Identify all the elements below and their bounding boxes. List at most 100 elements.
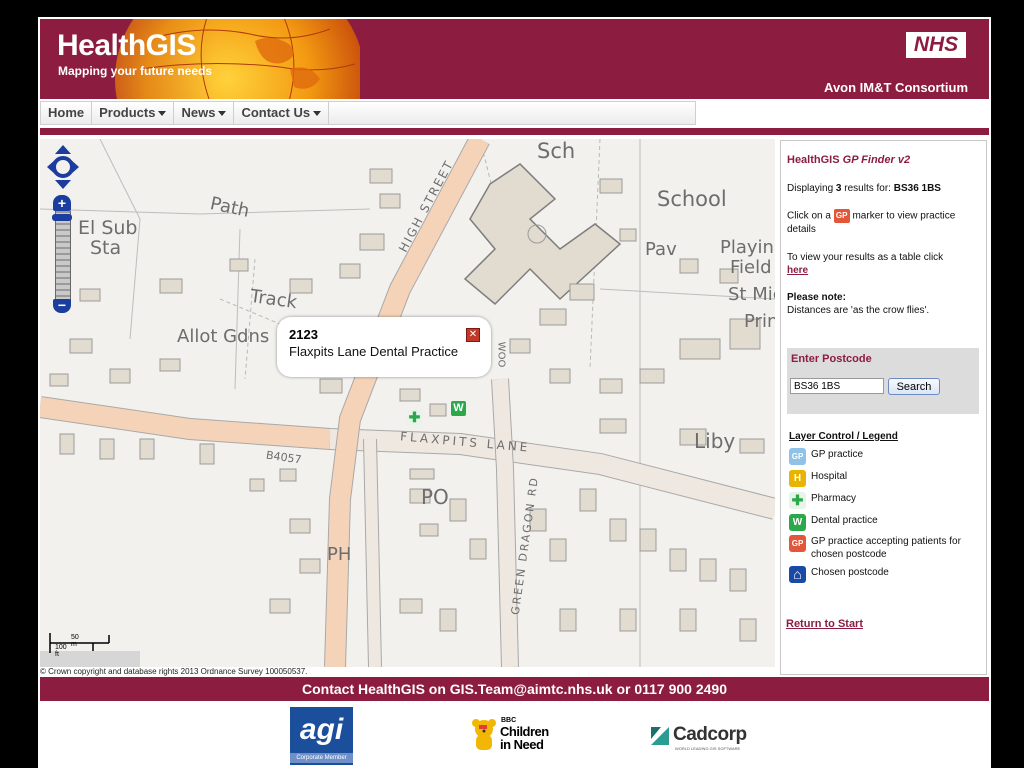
search-button[interactable]: Search xyxy=(888,378,940,395)
zoom-slider-handle[interactable] xyxy=(52,214,72,221)
table-instructions: To view your results as a table click he… xyxy=(787,251,977,277)
contact-bar: Contact HealthGIS on GIS.Team@aimtc.nhs.… xyxy=(40,677,989,701)
legend-label: Pharmacy xyxy=(811,493,857,504)
map-viewport[interactable]: Sch School El Sub Sta Path HIGH STREET P… xyxy=(40,139,775,667)
results-count: 3 xyxy=(835,183,842,194)
map-label-allot: Allot Gdns xyxy=(177,326,270,347)
hospital-icon: H xyxy=(789,470,806,487)
nav-contact-label: Contact Us xyxy=(241,105,311,120)
cadcorp-logo-sub: WORLD LEADING GIS SOFTWARE xyxy=(675,746,741,751)
legend-hospital[interactable]: H Hospital xyxy=(789,470,847,487)
site-header: HealthGIS Mapping your future needs NHS … xyxy=(40,19,989,99)
agi-logo-sub: Corporate Member xyxy=(290,753,353,763)
pharmacy-icon: ✚ xyxy=(789,492,806,509)
results-mid: results for: xyxy=(844,183,891,194)
close-icon[interactable]: ✕ xyxy=(466,328,480,342)
results-prefix: Displaying xyxy=(787,183,834,194)
postcode-title: Enter Postcode xyxy=(791,353,872,365)
legend-label: GP practice xyxy=(811,449,864,460)
panel-title-brand: HealthGIS xyxy=(787,154,840,166)
nav-products-label: Products xyxy=(99,105,156,120)
legend-label: Hospital xyxy=(811,471,848,482)
pan-arrows-icon[interactable] xyxy=(47,145,79,189)
popup-practice-name: Flaxpits Lane Dental Practice xyxy=(289,344,459,359)
nav-products[interactable]: Products xyxy=(92,102,175,124)
map-label-sta: Sta xyxy=(90,237,122,259)
map-label-pav: Pav xyxy=(645,239,677,260)
brand-tagline: Mapping your future needs xyxy=(58,64,213,78)
click-prefix: Click on a xyxy=(787,210,831,222)
chevron-down-icon xyxy=(158,111,167,117)
table-view-link[interactable]: here xyxy=(787,265,808,276)
chevron-down-icon xyxy=(218,111,227,117)
nav-home-label: Home xyxy=(48,105,85,120)
practice-popup: 2123 Flaxpits Lane Dental Practice ✕ xyxy=(277,317,491,377)
map-label-st-mi: St Mic xyxy=(728,284,775,305)
chevron-down-icon xyxy=(313,111,322,117)
panel-title: HealthGIS GP Finder v2 xyxy=(787,154,910,166)
nhs-logo: NHS xyxy=(906,32,966,58)
page: HealthGIS Mapping your future needs NHS … xyxy=(38,17,991,768)
note-text: Distances are 'as the crow flies'. xyxy=(787,305,930,316)
map-label-el-sub: El Sub xyxy=(78,217,138,239)
map-label-school: School xyxy=(657,187,727,211)
zoom-in-button[interactable]: + xyxy=(53,195,71,211)
popup-practice-number: 2123 xyxy=(289,327,318,342)
brand-title: HealthGIS xyxy=(57,29,196,62)
results-postcode: BS36 1BS xyxy=(893,183,941,194)
zoom-out-button[interactable]: − xyxy=(53,298,71,313)
main-nav: Home Products News Contact Us xyxy=(40,101,696,125)
legend-gp-practice[interactable]: GP GP practice xyxy=(789,448,863,465)
map-label-wood: WOO xyxy=(495,341,507,368)
legend-gp-accepting[interactable]: GP GP practice accepting patients for ch… xyxy=(789,535,979,561)
table-text: To view your results as a table click xyxy=(787,252,944,263)
legend-label: Dental practice xyxy=(811,515,878,526)
gp-marker-icon: GP xyxy=(833,209,850,223)
map-basemap xyxy=(40,139,775,667)
pharmacy-icon[interactable]: ✚ xyxy=(407,410,422,425)
map-label-liby: Liby xyxy=(694,429,736,453)
legend-pharmacy[interactable]: ✚ Pharmacy xyxy=(789,492,856,509)
cin-logo-line2: in Need xyxy=(500,737,544,752)
gp-accepting-icon: GP xyxy=(789,535,806,552)
cadcorp-logo[interactable]: Cadcorp WORLD LEADING GIS SOFTWARE xyxy=(651,724,761,754)
panel-title-product: GP Finder v2 xyxy=(842,154,911,166)
return-to-start-link[interactable]: Return to Start xyxy=(786,618,863,630)
header-divider xyxy=(40,128,989,135)
agi-logo-text: agi xyxy=(299,713,344,746)
map-label-field: Field xyxy=(730,257,772,278)
map-label-sch: Sch xyxy=(537,139,576,163)
map-label-playing: Playinc xyxy=(720,237,775,258)
legend-title: Layer Control / Legend xyxy=(789,431,898,442)
pudsey-bear-icon xyxy=(472,719,496,750)
cin-bbc: BBC xyxy=(501,717,517,724)
gp-finder-panel: HealthGIS GP Finder v2 Displaying 3 resu… xyxy=(780,140,987,675)
legend-chosen-postcode[interactable]: ⌂ Chosen postcode xyxy=(789,566,889,583)
marker-instructions: Click on a GP marker to view practice de… xyxy=(787,209,977,236)
note-title: Please note: xyxy=(787,292,846,303)
dental-icon[interactable]: W xyxy=(451,401,466,416)
postcode-search-box: Enter Postcode Search xyxy=(787,348,979,414)
agi-logo[interactable]: agi Corporate Member xyxy=(290,707,353,765)
map-label-po: PO xyxy=(421,485,449,509)
gp-practice-icon: GP xyxy=(789,448,806,465)
postcode-input[interactable] xyxy=(790,378,884,394)
nav-news[interactable]: News xyxy=(174,102,235,124)
consortium-name: Avon IM&T Consortium xyxy=(824,80,968,95)
results-summary: Displaying 3 results for: BS36 1BS xyxy=(787,183,941,194)
cadcorp-logo-text: Cadcorp xyxy=(673,724,747,745)
children-in-need-logo[interactable]: BBC Children in Need xyxy=(471,717,561,753)
nav-home[interactable]: Home xyxy=(41,102,93,124)
map-copyright: © Crown copyright and database rights 20… xyxy=(40,667,308,676)
home-icon: ⌂ xyxy=(789,566,806,583)
legend-label: GP practice accepting patients for chose… xyxy=(811,536,961,560)
zoom-slider-track[interactable] xyxy=(55,211,71,301)
map-label-ph: PH xyxy=(327,544,352,565)
legend-dental[interactable]: W Dental practice xyxy=(789,514,878,531)
scale-metric: 50 m xyxy=(71,634,79,648)
map-label-prin: Prin xyxy=(744,311,775,332)
nav-contact-us[interactable]: Contact Us xyxy=(234,102,330,124)
cadcorp-mark-icon xyxy=(651,727,669,745)
legend-label: Chosen postcode xyxy=(811,567,889,578)
nav-news-label: News xyxy=(181,105,216,120)
